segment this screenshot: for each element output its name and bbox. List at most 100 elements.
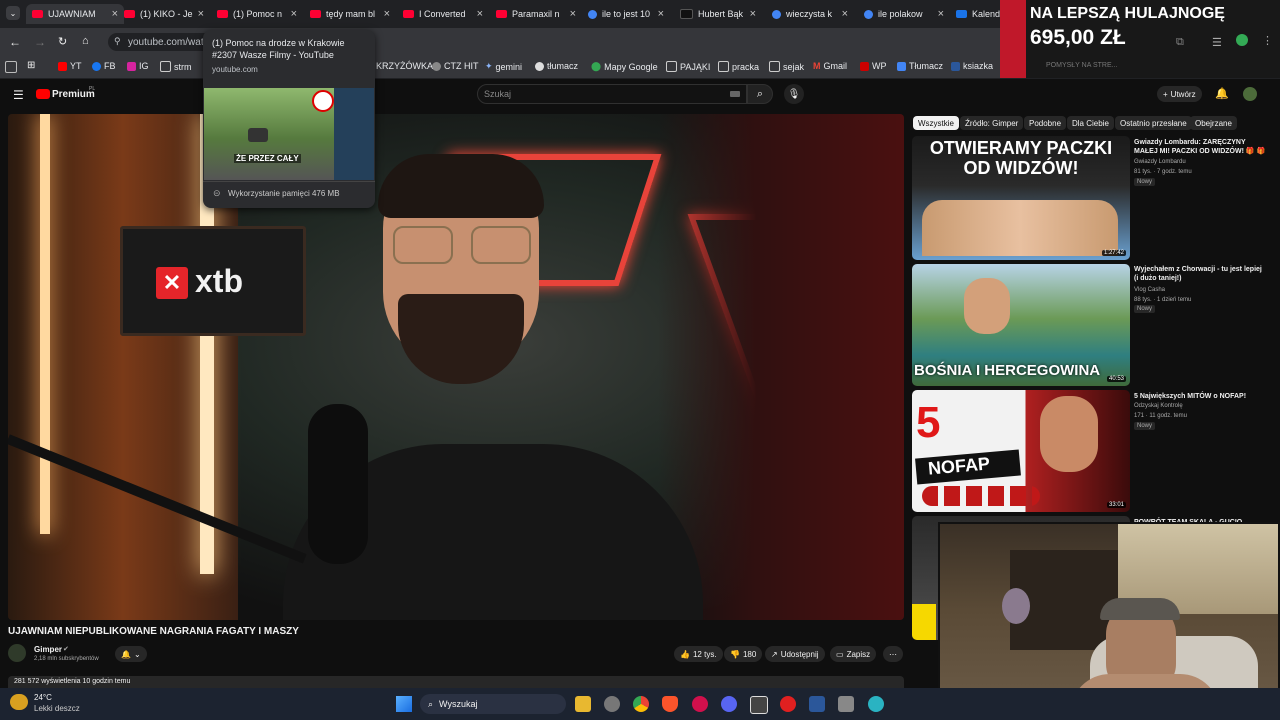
weather-icon[interactable] [10,694,28,710]
close-icon[interactable]: × [477,8,483,20]
reload-icon[interactable]: ↻ [58,35,67,48]
account-avatar[interactable] [1243,87,1257,101]
like-button[interactable]: 👍 12 tys. [674,646,723,662]
channel-avatar[interactable] [8,644,26,662]
save-button[interactable]: ▭ Zapisz [830,646,877,662]
more-actions-button[interactable]: ⋯ [883,646,903,662]
taskbar-search[interactable]: ⌕ Wyszukaj [420,694,566,714]
word-icon[interactable] [809,696,825,712]
chip-for-you[interactable]: Dla Ciebie [1067,116,1114,130]
voice-search-button[interactable]: 🎙 [784,84,804,104]
opera-icon[interactable] [692,696,708,712]
weather-temp[interactable]: 24°C [34,693,52,702]
channel-name[interactable]: Gimper [34,645,62,654]
notifications-icon[interactable]: 🔔 [1215,87,1229,100]
close-icon[interactable]: × [291,8,297,20]
bookmark-tlumacz[interactable]: tłumacz [535,61,578,71]
tab-1[interactable]: UJAWNIAM × [26,4,124,24]
search-button[interactable]: ⌕ [747,84,773,104]
chrome-icon[interactable] [633,696,649,712]
tab-10[interactable]: ile polakow × [864,4,944,24]
forward-icon[interactable]: → [34,35,46,49]
bookmark-ksiazka[interactable]: ksiazka [951,61,993,71]
tab-5[interactable]: I Converted × [403,4,483,24]
close-icon[interactable]: × [750,8,756,20]
site-info-icon[interactable]: ⚲ [114,36,121,47]
calculator-icon[interactable] [838,696,854,712]
extensions-icon[interactable]: ⧉ [1176,36,1184,49]
related-title-2[interactable]: Wyjechałem z Chorwacji - tu jest lepiej … [1134,265,1266,283]
bookmark-ig[interactable]: IG [127,61,149,71]
related-title-1[interactable]: Gwiazdy Lombardu: ZARĘCZYNY MAŁEJ MI! PA… [1134,138,1266,156]
bookmark-sejak[interactable]: sejak [769,61,804,72]
chip-source[interactable]: Źródło: Gimper [960,116,1024,130]
bookmark-mapy[interactable]: ⬤ Mapy Google [591,61,658,72]
bookmark-tlumacz-2[interactable]: Tłumacz [897,61,943,71]
subscription-bell-button[interactable]: 🔔 ⌄ [115,646,147,662]
bookmark-fb[interactable]: FB [92,61,116,71]
recording-app-icon[interactable] [780,696,796,712]
related-thumbnail-1[interactable]: OTWIERAMY PACZKI OD WIDZÓW! 1:27:42 [912,136,1130,260]
app-icon[interactable] [750,696,768,714]
back-icon[interactable]: ← [9,35,21,49]
home-icon[interactable]: ⌂ [82,35,89,47]
bookmark-pajaki[interactable]: PAJĄKI [666,61,710,72]
tab-label: (1) KIKO - Je [140,9,193,19]
close-icon[interactable]: × [570,8,576,20]
video-player[interactable]: ✕ xtb [8,114,904,620]
close-icon[interactable]: × [842,8,848,20]
close-icon[interactable]: × [938,8,944,20]
bookmark-gmail[interactable]: M Gmail [813,61,847,71]
menu-icon[interactable]: ⋮ [1262,34,1273,47]
share-button[interactable]: ↗ Udostępnij [765,646,825,662]
chip-similar[interactable]: Podobne [1024,116,1067,130]
keyboard-icon[interactable] [730,91,740,97]
related-channel-2[interactable]: Vlog Casha [1134,286,1165,294]
related-channel-3[interactable]: Odzyskaj Kontrolę [1134,402,1183,410]
chip-watched[interactable]: Obejrzane [1190,116,1237,130]
description-box[interactable]: 281 572 wyświetlenia 10 godzin temu [8,676,904,688]
xtb-logo-icon: ✕ [156,267,188,299]
app-icon[interactable] [868,696,884,712]
close-icon[interactable]: × [384,8,390,20]
close-icon[interactable]: × [112,8,118,20]
related-thumbnail-3[interactable]: 5 NOFAP 33:01 [912,390,1130,512]
app-icon[interactable] [604,696,620,712]
tab-search-icon[interactable]: ⌄ [6,6,20,20]
guide-menu-icon[interactable]: ☰ [13,88,24,102]
bookmark-strm[interactable]: strm [160,61,192,72]
tab-3[interactable]: (1) Pomoc n × [217,4,297,24]
search-input[interactable]: Szukaj [477,84,747,104]
dislike-button[interactable]: 👎 180 [724,646,763,662]
close-icon[interactable]: × [658,8,664,20]
tab-8[interactable]: Hubert Bąk × [680,4,756,24]
bookmark-gemini[interactable]: ✦ gemini [485,61,522,72]
chip-all[interactable]: Wszystkie [913,116,959,130]
tab-7[interactable]: ile to jest 10 × [588,4,664,24]
chip-recent[interactable]: Ostatnio przesłane [1115,116,1192,130]
bookmark-yt[interactable]: YT [58,61,82,71]
brave-icon[interactable] [662,696,678,712]
tab-11[interactable]: Kalenda [956,4,1000,24]
tab-groups-icon[interactable] [5,61,17,73]
tab-2[interactable]: (1) KIKO - Je × [124,4,204,24]
youtube-logo-icon[interactable] [36,89,50,99]
create-button[interactable]: + Utwórz [1157,86,1202,102]
related-thumbnail-2[interactable]: BOŚNIA I HERCEGOWINA 40:53 [912,264,1130,386]
close-icon[interactable]: × [198,8,204,20]
related-channel-1[interactable]: Gwiazdy Lombardu [1134,158,1186,166]
bookmark-ctz-hit[interactable]: CTZ HIT [432,61,479,71]
reading-list-icon[interactable]: ☰ [1212,36,1222,49]
apps-icon[interactable]: ⊞ [27,60,35,71]
bookmark-pracka[interactable]: pracka [718,61,759,72]
bookmark-krzyzowka[interactable]: KRZYŻÓWKA [376,61,433,71]
bookmark-wp[interactable]: WP [860,61,887,71]
file-explorer-icon[interactable] [575,696,591,712]
tab-9[interactable]: wieczysta k × [772,4,848,24]
profile-avatar[interactable] [1236,34,1248,46]
tab-6[interactable]: Paramaxil n × [496,4,576,24]
related-title-3[interactable]: 5 Największych MITÓW o NOFAP! [1134,392,1266,401]
discord-icon[interactable] [721,696,737,712]
start-icon[interactable] [396,696,412,712]
tab-4[interactable]: tędy mam bl × [310,4,390,24]
